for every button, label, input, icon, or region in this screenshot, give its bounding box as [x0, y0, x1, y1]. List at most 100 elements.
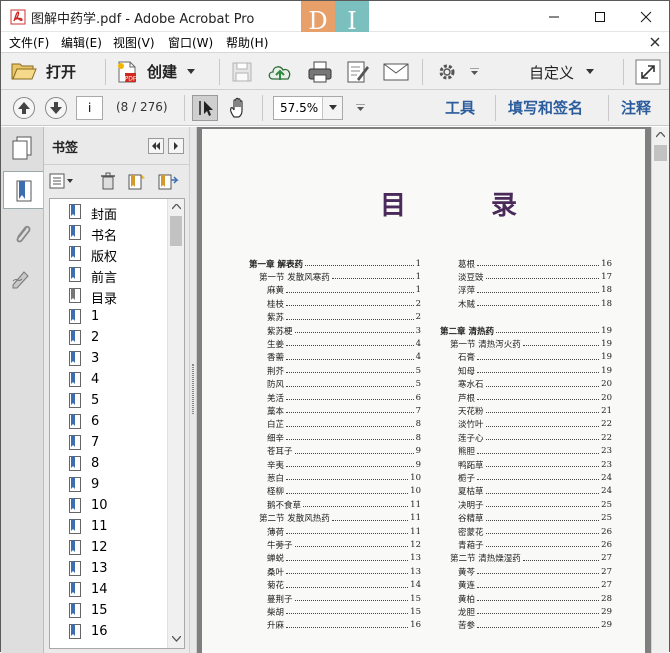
- toc-section[interactable]: 第一节 发散风寒药 1: [259, 270, 421, 283]
- toc-entry[interactable]: 龙胆 29: [458, 605, 612, 618]
- toc-entry[interactable]: 木贼 18: [458, 297, 612, 310]
- toc-entry[interactable]: 决明子 25: [458, 498, 612, 511]
- next-page-icon[interactable]: [44, 96, 68, 120]
- toc-entry[interactable]: 柴胡 15: [267, 605, 421, 618]
- toc-entry[interactable]: 辛夷 9: [267, 458, 421, 471]
- toc-entry[interactable]: 黄芩 27: [458, 565, 612, 578]
- bookmark-item[interactable]: 1: [69, 306, 169, 327]
- edit-document-icon[interactable]: [345, 60, 371, 84]
- attachments-icon[interactable]: [11, 222, 33, 246]
- comment-link[interactable]: 注释: [621, 97, 651, 118]
- toc-entry[interactable]: 藁本 7: [267, 404, 421, 417]
- toc-entry[interactable]: 柽柳 10: [267, 485, 421, 498]
- toc-entry[interactable]: 升麻 16: [267, 619, 421, 632]
- close-button[interactable]: [623, 1, 669, 32]
- toc-section[interactable]: 第二节 发散风热药 11: [259, 512, 421, 525]
- minimize-button[interactable]: [531, 1, 577, 32]
- toc-entry[interactable]: 天花粉 21: [458, 404, 612, 417]
- scroll-up-icon[interactable]: [656, 132, 665, 138]
- bookmark-item[interactable]: 10: [69, 495, 169, 516]
- bookmark-item[interactable]: 封面: [69, 201, 169, 223]
- toc-section[interactable]: 第二节 清热燥湿药 27: [450, 552, 612, 565]
- toc-entry[interactable]: 石膏 19: [458, 351, 612, 364]
- toc-entry[interactable]: 桂枝 2: [267, 297, 421, 310]
- bookmark-item[interactable]: 版权: [69, 243, 169, 265]
- email-icon[interactable]: [382, 62, 410, 82]
- document-scrollbar[interactable]: [651, 127, 669, 653]
- fullscreen-icon[interactable]: [635, 59, 661, 85]
- document-scroll-thumb[interactable]: [654, 145, 667, 161]
- page-number-input[interactable]: i: [76, 96, 103, 120]
- menu-window[interactable]: 窗口(W): [168, 34, 213, 51]
- bookmark-properties-icon[interactable]: [157, 172, 179, 190]
- toc-entry[interactable]: 牛蒡子 12: [267, 538, 421, 551]
- toc-entry[interactable]: 密蒙花 26: [458, 525, 612, 538]
- toc-entry[interactable]: 紫苏梗 3: [267, 324, 421, 337]
- bookmark-item[interactable]: 14: [69, 579, 169, 600]
- options-menu-icon[interactable]: [49, 173, 75, 189]
- collapse-panel-icon[interactable]: [148, 138, 164, 154]
- open-button[interactable]: 打开: [9, 58, 93, 85]
- bookmark-item[interactable]: 前言: [69, 264, 169, 286]
- toc-entry[interactable]: 蝉蜕 13: [267, 552, 421, 565]
- toc-entry[interactable]: 浮萍 18: [458, 284, 612, 297]
- toc-entry[interactable]: 麻黄 1: [267, 284, 421, 297]
- tools-link[interactable]: 工具: [445, 97, 475, 118]
- toc-entry[interactable]: 紫苏 2: [267, 311, 421, 324]
- expand-panel-icon[interactable]: [168, 138, 184, 154]
- bookmark-item[interactable]: 8: [69, 453, 169, 474]
- toc-entry[interactable]: 黄连 27: [458, 579, 612, 592]
- toc-entry[interactable]: 谷精草 25: [458, 512, 612, 525]
- toc-entry[interactable]: 羌活 6: [267, 391, 421, 404]
- toc-entry[interactable]: 苦参 29: [458, 619, 612, 632]
- scroll-up-icon[interactable]: [172, 204, 181, 210]
- print-icon[interactable]: [307, 60, 333, 84]
- toc-entry[interactable]: 黄柏 28: [458, 592, 612, 605]
- toc-entry[interactable]: 细辛 8: [267, 431, 421, 444]
- toc-chapter[interactable]: 第二章 清热药 19: [440, 324, 612, 337]
- bookmark-list-scrollbar[interactable]: [167, 199, 184, 648]
- toc-section[interactable]: 第一节 清热泻火药 19: [450, 337, 612, 350]
- toc-entry[interactable]: 栀子 24: [458, 471, 612, 484]
- toc-entry[interactable]: 淡竹叶 22: [458, 418, 612, 431]
- page-thumbnails-icon[interactable]: [9, 135, 35, 161]
- toc-entry[interactable]: 白芷 8: [267, 418, 421, 431]
- chevron-down-icon[interactable]: [356, 104, 365, 112]
- toc-entry[interactable]: 芦根 20: [458, 391, 612, 404]
- bookmark-item[interactable]: 11: [69, 516, 169, 537]
- toc-entry[interactable]: 青葙子 26: [458, 538, 612, 551]
- toc-entry[interactable]: 熊胆 23: [458, 445, 612, 458]
- scroll-down-icon[interactable]: [172, 636, 181, 642]
- toc-entry[interactable]: 寒水石 20: [458, 378, 612, 391]
- save-icon[interactable]: [231, 61, 253, 83]
- toc-entry[interactable]: 防风 5: [267, 378, 421, 391]
- bookmark-item[interactable]: 5: [69, 390, 169, 411]
- bookmarks-tab[interactable]: [3, 171, 43, 209]
- create-button[interactable]: PDF 创建: [113, 58, 201, 85]
- toc-entry[interactable]: 葛根 16: [458, 257, 612, 270]
- toc-entry[interactable]: 桑叶 13: [267, 565, 421, 578]
- zoom-dropdown-button[interactable]: [322, 97, 342, 119]
- delete-bookmark-icon[interactable]: [100, 172, 116, 190]
- toc-entry[interactable]: 鸭跖草 23: [458, 458, 612, 471]
- fill-sign-link[interactable]: 填写和签名: [508, 97, 583, 118]
- new-bookmark-icon[interactable]: [127, 172, 147, 190]
- toc-entry[interactable]: 薄荷 11: [267, 525, 421, 538]
- toc-chapter[interactable]: 第一章 解表药 1: [249, 257, 421, 270]
- close-document-icon[interactable]: [649, 36, 661, 48]
- bookmark-item[interactable]: 13: [69, 558, 169, 579]
- menu-edit[interactable]: 编辑(E): [61, 34, 102, 51]
- menu-help[interactable]: 帮助(H): [226, 34, 268, 51]
- chevron-down-icon[interactable]: [470, 68, 479, 76]
- toc-entry[interactable]: 淡豆豉 17: [458, 270, 612, 283]
- zoom-select[interactable]: 57.5%: [273, 96, 343, 120]
- customize-dropdown[interactable]: 自定义: [529, 62, 574, 83]
- toc-entry[interactable]: 夏枯草 24: [458, 485, 612, 498]
- bookmark-item[interactable]: 15: [69, 600, 169, 621]
- bookmark-item[interactable]: 2: [69, 327, 169, 348]
- bookmark-item[interactable]: 书名: [69, 222, 169, 244]
- toc-entry[interactable]: 鹅不食草 11: [267, 498, 421, 511]
- scroll-thumb[interactable]: [170, 216, 182, 246]
- maximize-button[interactable]: [577, 1, 623, 32]
- menu-view[interactable]: 视图(V): [113, 34, 155, 51]
